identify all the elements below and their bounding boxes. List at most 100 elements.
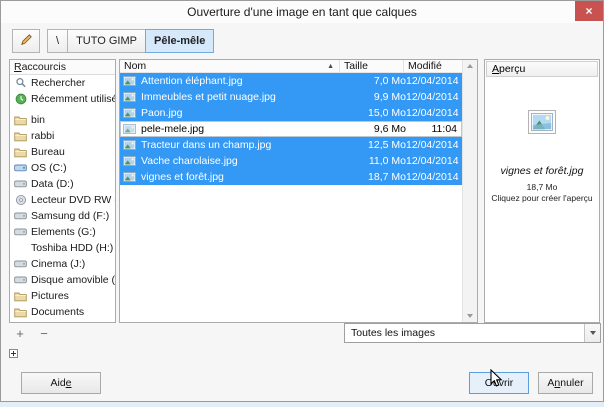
drive-icon (14, 274, 27, 287)
sidebar-item-rechercher[interactable]: Rechercher (10, 75, 115, 91)
places-actions: + − (13, 326, 51, 340)
file-table-header: Nom ▲ Taille Modifié (120, 60, 462, 73)
sidebar-item-samsung-dd-f[interactable]: Samsung dd (F:) (10, 208, 115, 224)
select-file-type-expander[interactable] (9, 349, 24, 358)
preview-header[interactable]: Aperçu (486, 61, 598, 77)
add-place-button[interactable]: + (13, 326, 27, 340)
sidebar-item-cinema-j[interactable]: Cinema (J:) (10, 256, 115, 272)
image-file-icon (123, 124, 136, 134)
file-size: 11,0 Mo (360, 155, 406, 167)
sidebar-item-bureau[interactable]: Bureau (10, 144, 115, 160)
folder-icon (14, 290, 27, 303)
file-name: Tracteur dans un champ.jpg (141, 139, 360, 151)
expand-plus-icon (9, 349, 18, 358)
drive-blue-icon (14, 162, 27, 175)
vertical-scrollbar[interactable] (462, 60, 477, 322)
close-button[interactable]: × (575, 1, 603, 21)
file-row[interactable]: pele-mele.jpg9,6 Mo11:04 (120, 121, 462, 137)
sidebar-item-label: Bureau (31, 146, 65, 158)
preview-filesize: 18,7 Mo (485, 182, 599, 192)
image-file-icon (123, 140, 136, 150)
file-type-filter-select[interactable]: Toutes les images (344, 323, 601, 343)
titlebar[interactable]: Ouverture d'une image en tant que calque… (1, 1, 603, 23)
file-modified: 12/04/2014 (406, 107, 462, 119)
open-button[interactable]: Ouvrir (469, 372, 529, 394)
column-header-name[interactable]: Nom ▲ (120, 60, 340, 72)
filter-dropdown-button[interactable] (584, 324, 600, 342)
sidebar-item-label: Rechercher (31, 77, 85, 89)
chevron-down-icon (590, 331, 596, 335)
scroll-up-icon[interactable] (467, 64, 473, 68)
close-icon: × (585, 4, 592, 18)
file-table: Nom ▲ Taille Modifié Attention éléphant.… (120, 60, 462, 322)
file-size: 7,0 Mo (360, 75, 406, 87)
path-bar: \TUTO GIMPPêle-mêle (48, 29, 214, 53)
type-location-button[interactable] (12, 29, 40, 53)
screen: Ouverture d'une image en tant que calque… (0, 0, 604, 407)
image-file-icon (123, 156, 136, 166)
sidebar-item-elements-g[interactable]: Elements (G:) (10, 224, 115, 240)
sidebar-item-label: Cinema (J:) (31, 258, 85, 270)
sidebar-item-toshiba-hdd-h[interactable]: Toshiba HDD (H:) (10, 240, 115, 256)
open-as-layers-dialog: Ouverture d'une image en tant que calque… (0, 0, 604, 402)
sidebar-item-label: bin (31, 114, 45, 126)
preview-filename: vignes et forêt.jpg (485, 165, 599, 177)
column-header-modified[interactable]: Modifié (404, 60, 462, 72)
sidebar-item-lecteur-dvd-rw-e[interactable]: Lecteur DVD RW (E:) (10, 192, 115, 208)
file-row[interactable]: Attention éléphant.jpg7,0 Mo12/04/2014 (120, 73, 462, 89)
sidebar-item-label: Documents (31, 306, 84, 318)
places-header[interactable]: Raccourcis (10, 60, 115, 75)
path-segment-pele-mele[interactable]: Pêle-mêle (145, 29, 214, 53)
sidebar-item-bin[interactable]: bin (10, 112, 115, 128)
image-file-icon (123, 172, 136, 182)
cancel-button[interactable]: Annuler (538, 372, 593, 394)
file-name: Paon.jpg (141, 107, 360, 119)
remove-place-button[interactable]: − (37, 326, 51, 340)
sidebar-item-rabbi[interactable]: rabbi (10, 128, 115, 144)
sidebar-item-label: Toshiba HDD (H:) (31, 242, 113, 254)
sidebar-item-label: rabbi (31, 130, 54, 142)
file-modified: 12/04/2014 (406, 139, 462, 151)
help-button[interactable]: Aide (21, 372, 101, 394)
file-row[interactable]: Tracteur dans un champ.jpg12,5 Mo12/04/2… (120, 137, 462, 153)
file-size: 15,0 Mo (360, 107, 406, 119)
image-file-icon (123, 92, 136, 102)
places-panel: Raccourcis Rechercher Récemment utilisés b… (9, 59, 116, 323)
path-segment-root[interactable]: \ (47, 29, 68, 53)
sidebar-item-label: Elements (G:) (31, 226, 96, 238)
sidebar-item-data-d[interactable]: Data (D:) (10, 176, 115, 192)
sidebar-item-label: Pictures (31, 290, 69, 302)
preview-area[interactable]: vignes et forêt.jpg 18,7 Mo Cliquez pour… (485, 78, 599, 203)
dialog-title: Ouverture d'une image en tant que calque… (1, 1, 603, 24)
pencil-icon (19, 32, 34, 50)
file-size: 9,6 Mo (360, 123, 406, 135)
file-size: 9,9 Mo (360, 91, 406, 103)
file-list-panel: Nom ▲ Taille Modifié Attention éléphant.… (119, 59, 478, 323)
file-row[interactable]: Paon.jpg15,0 Mo12/04/2014 (120, 105, 462, 121)
sidebar-item-recemment-utilises[interactable]: Récemment utilisés (10, 91, 115, 107)
path-segment-tuto-gimp[interactable]: TUTO GIMP (67, 29, 146, 53)
file-name: Attention éléphant.jpg (141, 75, 360, 87)
sidebar-item-disque-amovible-k[interactable]: Disque amovible (K:) (10, 272, 115, 288)
file-rows: Attention éléphant.jpg7,0 Mo12/04/2014Im… (120, 73, 462, 322)
file-row[interactable]: Immeubles et petit nuage.jpg9,9 Mo12/04/… (120, 89, 462, 105)
preview-panel: Aperçu vignes et forêt.jpg 18,7 Mo Cliqu… (484, 59, 600, 323)
file-modified: 12/04/2014 (406, 155, 462, 167)
sidebar-item-label: OS (C:) (31, 162, 67, 174)
drive-icon (14, 258, 27, 271)
window-bottom-edge (0, 402, 604, 407)
scroll-down-icon[interactable] (467, 314, 473, 318)
sidebar-item-os-c[interactable]: OS (C:) (10, 160, 115, 176)
file-size: 12,5 Mo (360, 139, 406, 151)
folder-icon (14, 114, 27, 127)
sidebar-item-documents[interactable]: Documents (10, 304, 115, 320)
file-row[interactable]: vignes et forêt.jpg18,7 Mo12/04/2014 (120, 169, 462, 185)
sidebar-item-label: Samsung dd (F:) (31, 210, 109, 222)
file-row[interactable]: Vache charolaise.jpg11,0 Mo12/04/2014 (120, 153, 462, 169)
column-header-size[interactable]: Taille (340, 60, 404, 72)
location-toolbar: \TUTO GIMPPêle-mêle (12, 28, 214, 54)
sidebar-item-pictures[interactable]: Pictures (10, 288, 115, 304)
dvd-icon (14, 194, 27, 207)
column-label-name: Nom (124, 60, 146, 72)
places-list: Rechercher Récemment utilisés bin rabbi Bure… (10, 75, 115, 320)
